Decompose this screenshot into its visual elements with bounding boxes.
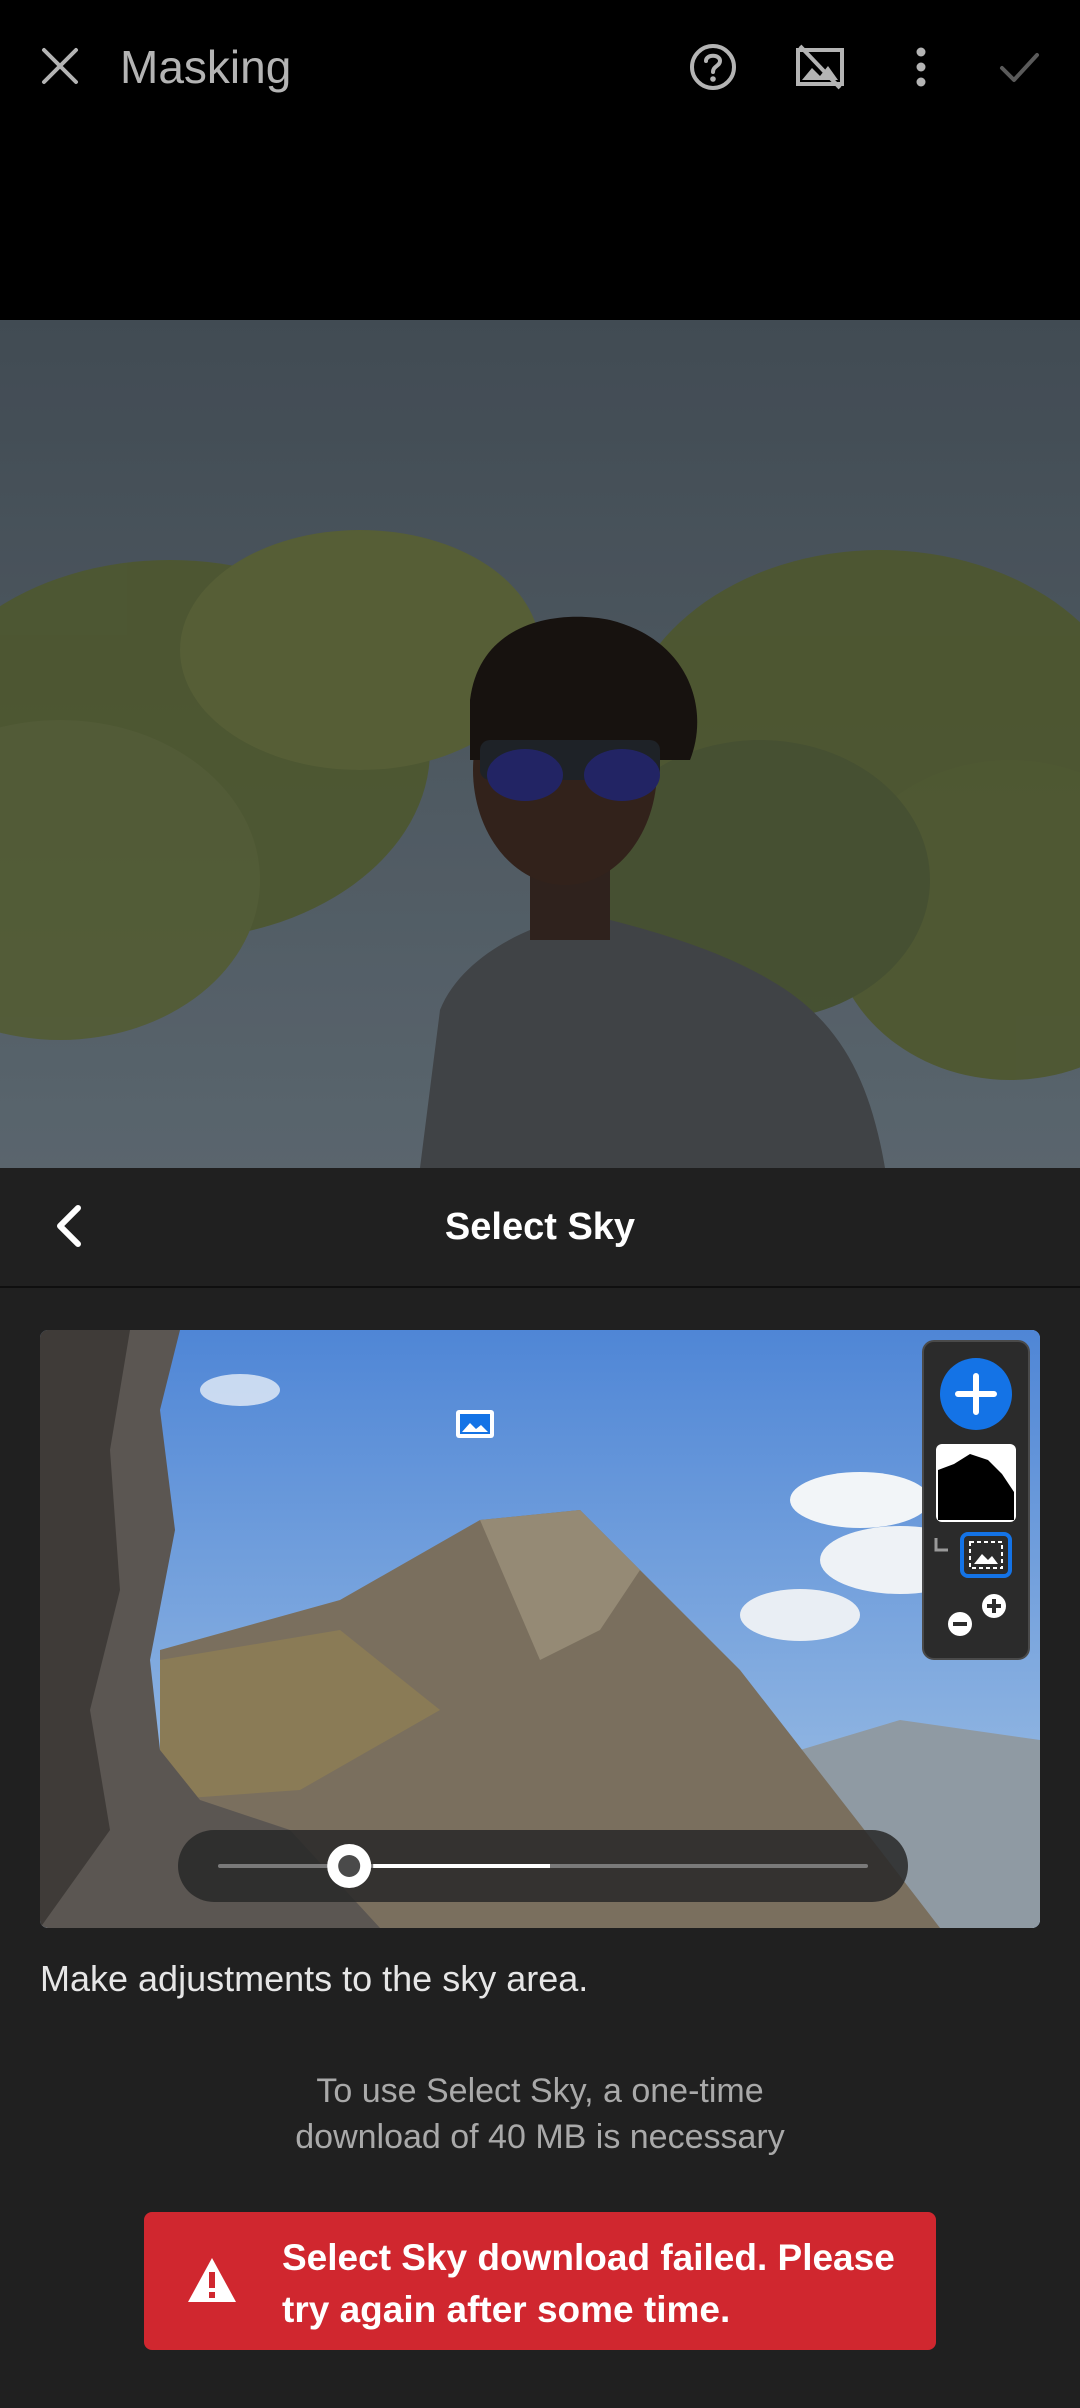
warning-icon	[186, 2256, 238, 2304]
panel-header: Select Sky	[0, 1168, 1080, 1288]
page-title: Masking	[120, 41, 292, 93]
mask-stack-mini	[922, 1340, 1030, 1660]
select-sky-panel: Select Sky Make adjustments to the sky a…	[0, 1168, 1080, 2408]
preview-slider	[178, 1830, 908, 1902]
download-note-line: To use Select Sky, a one-time	[316, 2072, 764, 2110]
download-note-line: download of 40 MB is necessary	[295, 2118, 785, 2156]
check-icon[interactable]	[994, 42, 1044, 92]
app-bar: Masking	[0, 0, 1080, 320]
panel-description: Make adjustments to the sky area.	[40, 1958, 589, 1999]
help-icon[interactable]	[688, 42, 738, 92]
panel-title: Select Sky	[444, 1206, 636, 1248]
select-sky-preview	[40, 1330, 1040, 1928]
photo-canvas[interactable]	[0, 320, 1080, 1168]
error-message: Select Sky download failed. Please try a…	[282, 2237, 895, 2330]
overlay-off-icon[interactable]	[794, 42, 844, 92]
more-vert-icon[interactable]	[896, 42, 946, 92]
download-note: To use Select Sky, a one-time download o…	[0, 2068, 1080, 2160]
error-toast: Select Sky download failed. Please try a…	[144, 2212, 936, 2350]
close-icon[interactable]	[34, 40, 86, 92]
